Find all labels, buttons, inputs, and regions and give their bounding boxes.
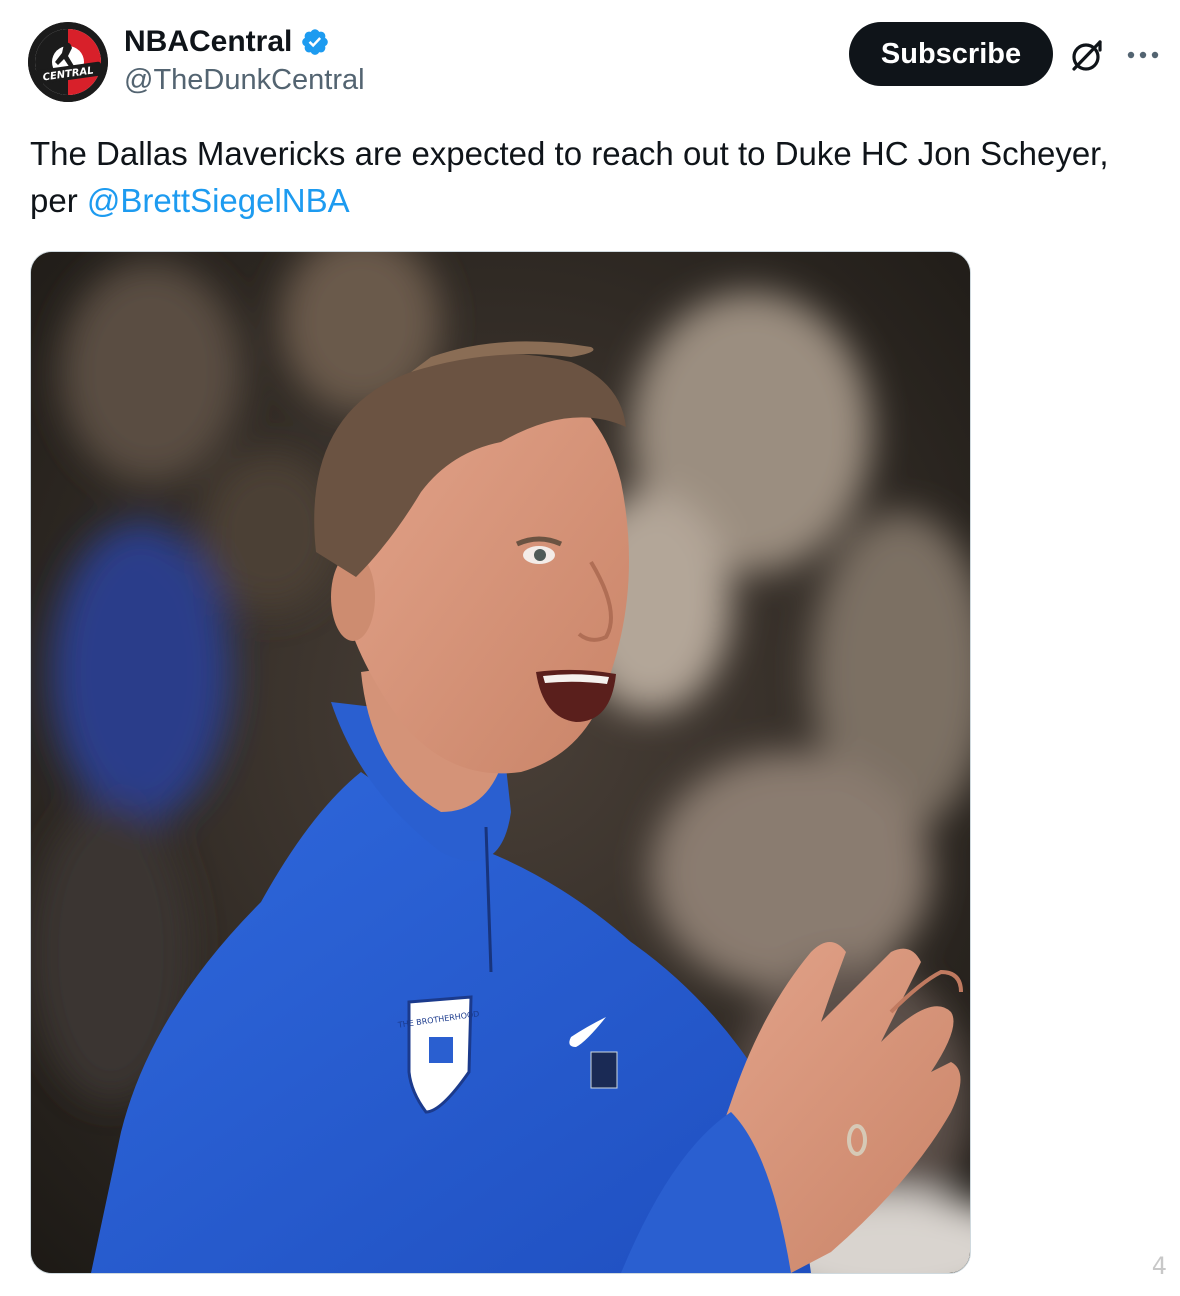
photo-illustration: THE BROTHERHOOD [31,252,970,1273]
grok-icon[interactable] [1066,34,1108,76]
tweet-text: The Dallas Mavericks are expected to rea… [30,130,1160,224]
handle[interactable]: @TheDunkCentral [124,64,365,97]
avatar[interactable]: CENTRAL [28,22,108,102]
more-icon[interactable] [1124,38,1162,72]
watermark-text: 4 [1151,1252,1167,1280]
display-name-row: NBACentral [124,22,365,62]
tweet-card: CENTRAL NBACentral @TheDunkCentral Subsc… [0,0,1180,1296]
author-block: NBACentral @TheDunkCentral [124,22,365,97]
avatar-logo: CENTRAL [28,22,108,102]
subscribe-button[interactable]: Subscribe [849,22,1053,86]
tweet-photo[interactable]: THE BROTHERHOOD [30,251,971,1274]
display-name[interactable]: NBACentral [124,25,292,59]
mention-link[interactable]: @BrettSiegelNBA [87,182,350,219]
verified-badge-icon[interactable] [300,27,330,57]
